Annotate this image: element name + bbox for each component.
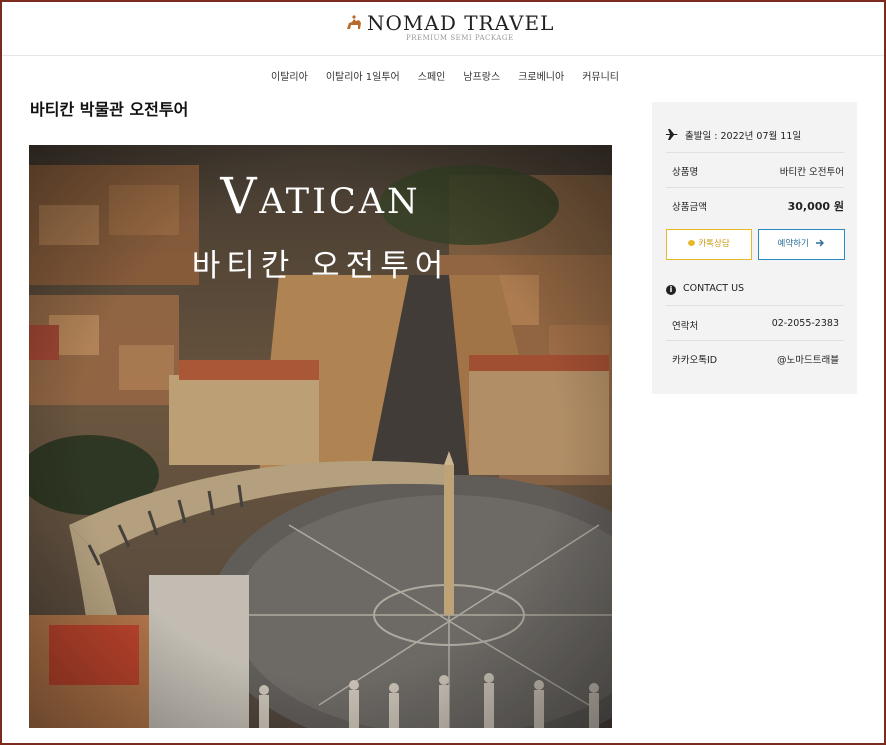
kakao-id-label: 카카오톡ID — [672, 355, 718, 366]
booking-panel: 출발일 : 2022년 07월 11일 상품명 바티칸 오전투어 상품금액 30… — [652, 102, 857, 394]
vatican-aerial-illustration — [29, 145, 612, 728]
nav-item-community[interactable]: 커뮤니티 — [573, 68, 628, 83]
divider — [666, 187, 844, 188]
nav-item-italy[interactable]: 이탈리아 — [262, 68, 317, 83]
price-row: 상품금액 30,000 원 — [672, 199, 844, 213]
divider — [666, 152, 844, 153]
arrow-right-icon — [816, 239, 825, 247]
kakao-id-value: @노마드트래블 — [777, 355, 839, 366]
hero-image: Vatican 바티칸 오전투어 — [29, 145, 612, 728]
nav-item-spain[interactable]: 스페인 — [409, 68, 455, 83]
phone-label: 연락처 — [672, 321, 699, 332]
phone-value: 02-2055-2383 — [771, 318, 839, 329]
reserve-button[interactable]: 예약하기 — [758, 229, 845, 260]
nav-item-croatia[interactable]: 크로베니아 — [509, 68, 573, 83]
airplane-icon — [666, 129, 678, 140]
product-value: 바티칸 오전투어 — [779, 167, 844, 178]
kakao-consult-label: 카톡상담 — [698, 239, 730, 249]
kakao-id-row: 카카오톡ID @노마드트래블 — [672, 352, 839, 366]
page-title: 바티칸 박물관 오전투어 — [30, 100, 189, 119]
divider — [666, 305, 844, 306]
departure-date: 출발일 : 2022년 07월 11일 — [685, 131, 802, 142]
reserve-label: 예약하기 — [777, 239, 809, 249]
site-header: NOMAD TRAVEL PREMIUM SEMI PACKAGE — [2, 2, 884, 56]
departure-row: 출발일 : 2022년 07월 11일 — [666, 128, 844, 142]
main-nav: 이탈리아 이탈리아 1일투어 스페인 남프랑스 크로베니아 커뮤니티 — [262, 68, 628, 83]
contact-heading-row: i CONTACT US — [666, 283, 844, 295]
brand-name: NOMAD TRAVEL — [367, 11, 555, 35]
kakao-consult-button[interactable]: 카톡상담 — [666, 229, 752, 260]
phone-row: 연락처 02-2055-2383 — [672, 318, 839, 332]
nav-item-south-france[interactable]: 남프랑스 — [454, 68, 509, 83]
info-icon: i — [666, 285, 676, 295]
price-label: 상품금액 — [672, 202, 707, 213]
brand-tagline: PREMIUM SEMI PACKAGE — [406, 34, 514, 42]
chat-bubble-icon — [688, 240, 696, 246]
traveler-camel-icon — [347, 15, 361, 29]
product-row: 상품명 바티칸 오전투어 — [672, 164, 844, 178]
hero-subtitle: 바티칸 오전투어 — [191, 248, 450, 284]
hero-title: Vatican — [220, 167, 421, 225]
divider — [666, 340, 844, 341]
brand-logo[interactable]: NOMAD TRAVEL — [345, 11, 554, 35]
product-label: 상품명 — [672, 167, 699, 178]
contact-title: CONTACT US — [683, 283, 745, 294]
price-value: 30,000 원 — [787, 200, 844, 213]
nav-item-italy-day-tour[interactable]: 이탈리아 1일투어 — [317, 68, 409, 83]
